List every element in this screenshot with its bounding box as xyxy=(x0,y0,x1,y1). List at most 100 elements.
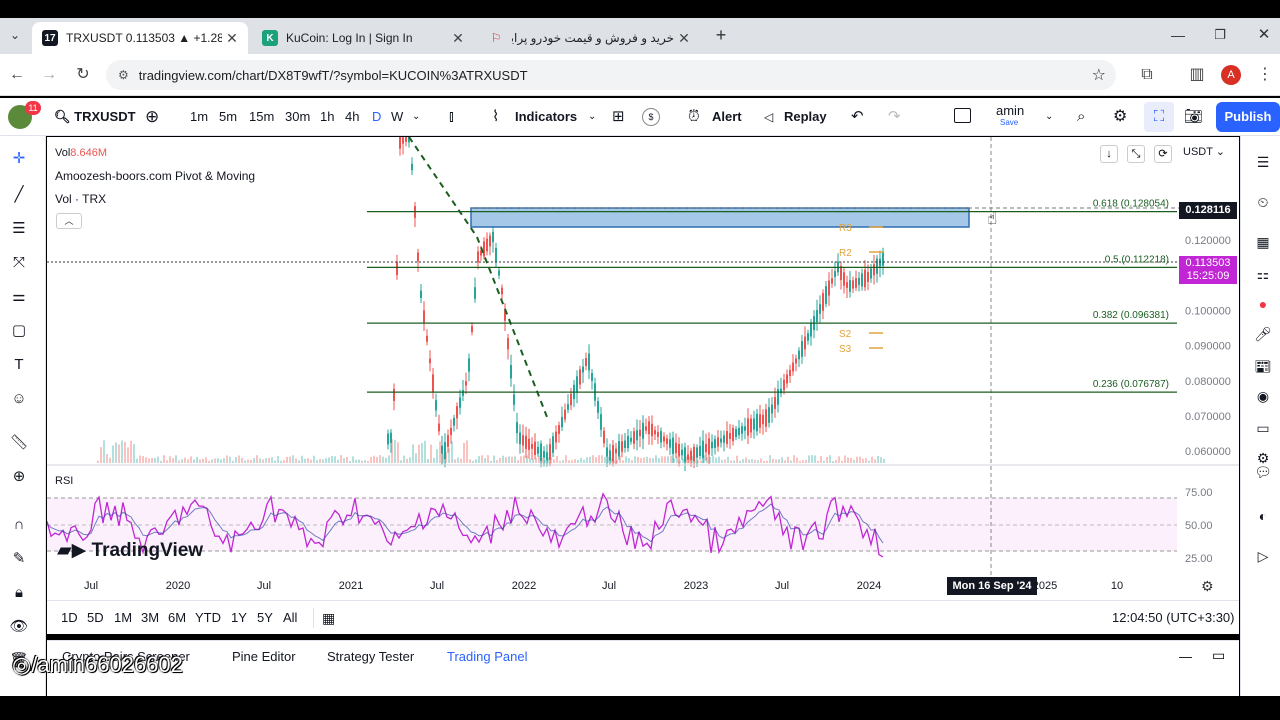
layout-dropdown-icon[interactable]: ⌄ xyxy=(1045,98,1053,136)
tab-strategy-tester[interactable]: Strategy Tester xyxy=(327,649,414,664)
close-window-icon[interactable]: ✕ xyxy=(1254,24,1274,46)
dollar-icon[interactable]: $ xyxy=(642,108,660,126)
redo-icon[interactable]: ↷ xyxy=(888,98,901,136)
camera-icon[interactable]: 📷︎ xyxy=(1184,98,1203,136)
calendar-icon[interactable]: ▦ xyxy=(1253,232,1273,252)
close-tab-icon[interactable]: ✕ xyxy=(448,30,468,47)
extensions-icon[interactable]: ⧉ xyxy=(1136,64,1158,86)
chart-settings-gear-icon[interactable]: ⚙ xyxy=(1201,578,1214,595)
tab-search-icon[interactable]: ⌄ xyxy=(6,26,24,44)
replay-icon[interactable]: ◁ xyxy=(764,98,773,136)
dashed-trendline-1[interactable] xyxy=(408,136,478,238)
tab-kucoin[interactable]: K KuCoin: Log In | Sign In ✕ xyxy=(252,22,474,54)
tab-tradingview[interactable]: 17 TRXUSDT 0.113503 ▲ +1.28% a ✕ xyxy=(32,22,248,54)
range-1m[interactable]: 1M xyxy=(114,601,132,635)
range-6m[interactable]: 6M xyxy=(168,601,186,635)
bookmark-star-icon[interactable]: ☆ xyxy=(1092,65,1106,85)
chat-icon[interactable]: 💬︎ xyxy=(1253,462,1273,482)
maximize-panel-icon[interactable]: ▭ xyxy=(1212,647,1225,664)
fib-icon[interactable]: ☰ xyxy=(8,218,30,240)
lock-icon[interactable]: 🔒︎ xyxy=(8,582,30,604)
forward-icon[interactable]: → xyxy=(38,64,60,86)
profile-avatar[interactable]: A xyxy=(1221,65,1241,85)
shapes-icon[interactable]: ▢ xyxy=(8,320,30,342)
quick-search-icon[interactable]: ⌕ xyxy=(1077,98,1085,136)
range-ytd[interactable]: YTD xyxy=(195,601,221,635)
fullscreen-icon[interactable]: ⛶ xyxy=(1144,102,1174,132)
close-tab-icon[interactable]: ✕ xyxy=(674,30,694,47)
indicators-button[interactable]: Indicators xyxy=(515,98,577,136)
community-icon[interactable]: ◐ xyxy=(1253,506,1273,526)
tab-car-site[interactable]: ⚐ خرید و فروش و قیمت خودرو پراید ✕ xyxy=(478,22,700,54)
news-icon[interactable]: 📰︎ xyxy=(1253,356,1273,376)
collapse-legend-icon[interactable]: ︿ xyxy=(56,213,82,229)
hide-icon[interactable]: 👁︎ xyxy=(8,616,30,638)
new-tab-icon[interactable]: + xyxy=(710,24,732,46)
ruler-icon[interactable]: 📏︎ xyxy=(8,432,30,454)
range-1y[interactable]: 1Y xyxy=(231,601,247,635)
patterns-icon[interactable]: ⤧ xyxy=(8,252,30,274)
indicator-legend[interactable]: Amoozesh-boors.com Pivot & Moving xyxy=(55,169,255,183)
interval-dropdown-icon[interactable]: ⌄ xyxy=(412,98,420,136)
volume-legend[interactable]: Vol8.646M xyxy=(55,147,107,159)
record-icon[interactable]: ● xyxy=(1253,294,1273,314)
zoom-in-icon[interactable]: ⊕ xyxy=(8,466,30,488)
hotlist-icon[interactable]: ⚏ xyxy=(1253,264,1273,284)
interval-15m[interactable]: 15m xyxy=(249,98,274,136)
settings-gear-icon[interactable]: ⚙ xyxy=(1113,98,1127,136)
url-field[interactable]: ⚙ tradingview.com/chart/DX8T9wfT/?symbol… xyxy=(106,60,1116,90)
supply-zone-rectangle[interactable] xyxy=(470,207,970,228)
symbol-search[interactable]: 🔍︎ TRXUSDT xyxy=(54,98,136,136)
dashed-trendline-2[interactable] xyxy=(476,236,548,418)
clock-timezone[interactable]: 12:04:50 (UTC+3:30) xyxy=(1112,601,1234,635)
back-icon[interactable]: ← xyxy=(6,64,28,86)
tab-trading-panel[interactable]: Trading Panel xyxy=(447,649,527,664)
side-panel-icon[interactable]: ▥ xyxy=(1186,64,1208,86)
vol-trx-legend[interactable]: Vol · TRX xyxy=(55,192,106,206)
rsi-legend[interactable]: RSI xyxy=(55,475,73,487)
menu-kebab-icon[interactable]: ⋮ xyxy=(1254,64,1276,86)
interval-1h[interactable]: 1h xyxy=(320,98,334,136)
download-icon[interactable]: ↓ xyxy=(1100,145,1118,163)
indicators-dropdown-icon[interactable]: ⌄ xyxy=(588,98,596,136)
alert-icon[interactable]: ⏰︎ xyxy=(688,98,700,136)
streams-icon[interactable]: ▷ xyxy=(1253,546,1273,566)
alerts-clock-icon[interactable]: ⏲ xyxy=(1253,192,1273,212)
magnet-icon[interactable]: ∩ xyxy=(8,514,30,536)
crosshair-icon[interactable]: ✛ xyxy=(8,148,30,170)
range-3m[interactable]: 3M xyxy=(141,601,159,635)
layout-icon[interactable] xyxy=(954,108,971,123)
publish-button[interactable]: Publish xyxy=(1216,102,1280,132)
ideas-box-icon[interactable]: ▭ xyxy=(1253,418,1273,438)
trendline-icon[interactable]: ╱ xyxy=(8,184,30,206)
interval-5m[interactable]: 5m xyxy=(219,98,237,136)
compare-icon[interactable]: ⊕ xyxy=(145,98,159,136)
range-5d[interactable]: 5D xyxy=(87,601,104,635)
restore-icon[interactable]: ❐ xyxy=(1210,24,1230,46)
interval-w[interactable]: W xyxy=(391,98,403,136)
interval-4h[interactable]: 4h xyxy=(345,98,359,136)
range-all[interactable]: All xyxy=(283,601,297,635)
range-1d[interactable]: 1D xyxy=(61,601,78,635)
interval-30m[interactable]: 30m xyxy=(285,98,310,136)
indicators-icon[interactable]: ⌇ xyxy=(492,98,499,136)
range-5y[interactable]: 5Y xyxy=(257,601,273,635)
tab-pine-editor[interactable]: Pine Editor xyxy=(232,649,296,664)
close-tab-icon[interactable]: ✕ xyxy=(222,30,242,47)
minimize-panel-icon[interactable]: — xyxy=(1179,649,1192,664)
interval-1m[interactable]: 1m xyxy=(190,98,208,136)
go-to-date-icon[interactable]: ▦ xyxy=(322,601,335,635)
forecast-icon[interactable]: ⚌ xyxy=(8,286,30,308)
candles-icon[interactable]: ⫾ xyxy=(449,98,454,136)
minimize-icon[interactable]: — xyxy=(1168,24,1188,46)
emoji-icon[interactable]: ☺ xyxy=(8,388,30,410)
ideas-icon[interactable]: ◉ xyxy=(1253,386,1273,406)
undo-icon[interactable]: ↶ xyxy=(851,98,864,136)
site-info-icon[interactable]: ⚙ xyxy=(118,68,129,82)
reload-icon[interactable]: ↻ xyxy=(72,64,94,86)
chart-canvas[interactable]: 0.618 (0.128054) 0.5 (0.112218) 0.382 (0.0… xyxy=(46,124,1239,600)
collapse-icon[interactable]: ⤡ xyxy=(1127,145,1145,163)
replay-button[interactable]: Replay xyxy=(784,98,827,136)
watchlist-icon[interactable]: ☰ xyxy=(1253,152,1273,172)
templates-icon[interactable]: ⊞ xyxy=(612,98,625,136)
